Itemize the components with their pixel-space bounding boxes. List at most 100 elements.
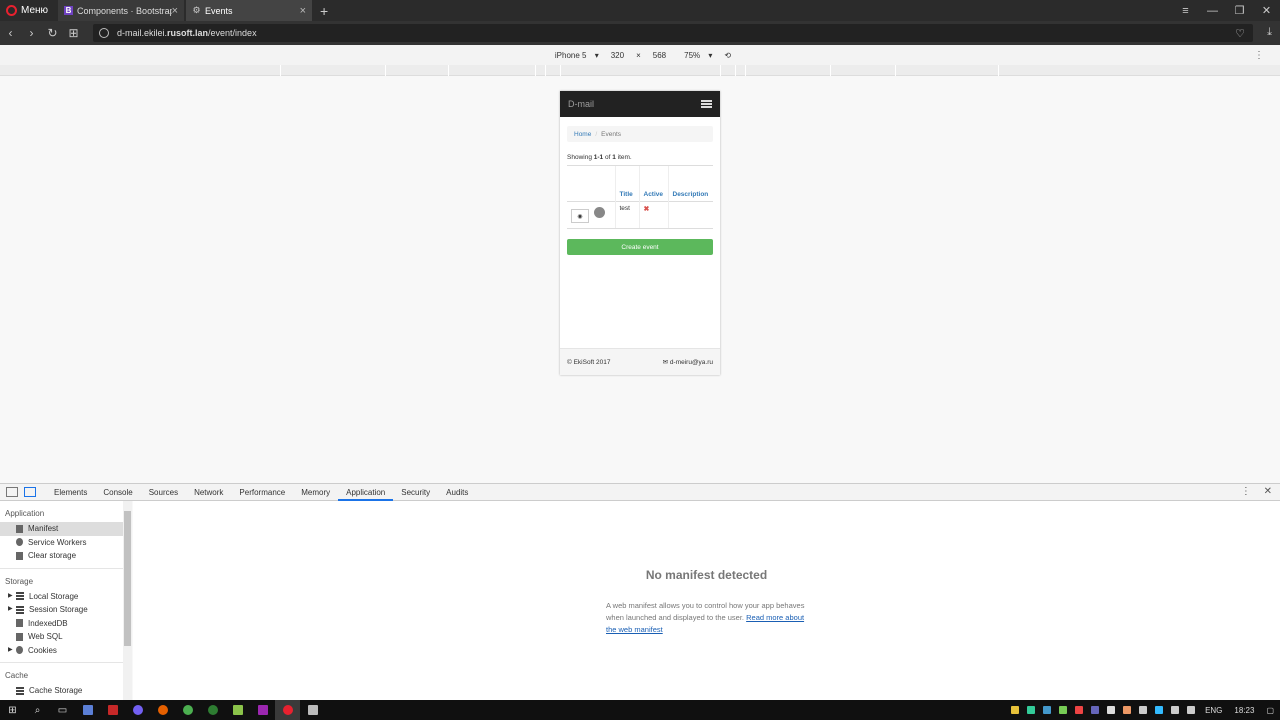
breadcrumb-separator: / bbox=[595, 130, 598, 138]
device-toggle-icon[interactable] bbox=[24, 487, 36, 497]
tab-console[interactable]: Console bbox=[95, 484, 140, 501]
tab-performance[interactable]: Performance bbox=[231, 484, 293, 501]
tray-icon[interactable] bbox=[1059, 706, 1068, 714]
tab-audits[interactable]: Audits bbox=[438, 484, 476, 501]
hamburger-menu-icon[interactable] bbox=[701, 100, 712, 108]
zoom-select[interactable]: 75% ▾ bbox=[678, 51, 712, 60]
view-eye-icon[interactable]: ◉ bbox=[571, 209, 589, 223]
title-cell: test bbox=[614, 201, 639, 229]
globe-app-icon[interactable] bbox=[200, 700, 225, 720]
tray-icon[interactable] bbox=[1011, 706, 1020, 714]
close-tab-icon[interactable]: × bbox=[172, 5, 178, 17]
sidebar-item-service-workers[interactable]: Service Workers bbox=[0, 536, 131, 550]
close-devtools-icon[interactable]: ✕ bbox=[1264, 486, 1272, 497]
height-input[interactable]: 568 bbox=[653, 51, 666, 60]
tray-icon[interactable] bbox=[1075, 706, 1084, 714]
back-icon[interactable]: ‹ bbox=[0, 26, 21, 40]
terminal-icon[interactable] bbox=[300, 700, 325, 720]
sidebar-item-cache-storage[interactable]: Cache Storage bbox=[0, 684, 131, 698]
notifications-icon[interactable]: ▢ bbox=[1266, 706, 1274, 715]
actions-header bbox=[567, 165, 615, 202]
sidebar-item-indexeddb[interactable]: IndexedDB bbox=[0, 617, 131, 631]
contact-email[interactable]: ✉ d-meiru@ya.ru bbox=[663, 358, 713, 366]
copyright: © EkiSoft 2017 bbox=[567, 358, 611, 366]
sidebar-item-local-storage[interactable]: ▶ Local Storage bbox=[0, 590, 131, 604]
speed-dial-icon[interactable]: ⊞ bbox=[63, 26, 84, 40]
opera-menu-button[interactable]: Меню bbox=[0, 0, 56, 21]
breadcrumb-home-link[interactable]: Home bbox=[574, 131, 591, 138]
expand-arrow-icon[interactable]: ▶ bbox=[8, 644, 13, 658]
forward-icon[interactable]: › bbox=[21, 26, 42, 40]
sidebar-item-session-storage[interactable]: ▶ Session Storage bbox=[0, 603, 131, 617]
clock[interactable]: 18:23 bbox=[1234, 706, 1254, 715]
filezilla-icon[interactable] bbox=[100, 700, 125, 720]
close-tab-icon[interactable]: × bbox=[300, 5, 306, 17]
manifest-description: A web manifest allows you to control how… bbox=[606, 600, 816, 636]
tab-security[interactable]: Security bbox=[393, 484, 438, 501]
create-event-button[interactable]: Create event bbox=[567, 239, 713, 255]
url-domain: rusoft.lan bbox=[167, 28, 209, 38]
url-field[interactable]: d-mail.ekilei. rusoft.lan/event/index ♡ bbox=[93, 24, 1253, 42]
device-select[interactable]: iPhone 5 ▾ bbox=[549, 51, 599, 60]
tab-bootstrap[interactable]: B Components · Bootstrap × bbox=[58, 0, 185, 21]
inspect-element-icon[interactable] bbox=[6, 487, 18, 497]
tab-menu-icon[interactable]: ≡ bbox=[1172, 5, 1199, 17]
tray-icon[interactable] bbox=[1107, 706, 1116, 714]
sidebar-item-clear-storage[interactable]: Clear storage bbox=[0, 549, 131, 563]
tray-icon[interactable] bbox=[1043, 706, 1052, 714]
description-header[interactable]: Description bbox=[667, 165, 713, 202]
search-icon[interactable]: ⌕ bbox=[25, 700, 50, 720]
sidebar-item-manifest[interactable]: Manifest bbox=[0, 522, 131, 536]
sidebar-item-web-sql[interactable]: Web SQL bbox=[0, 630, 131, 644]
tray-icon[interactable] bbox=[1155, 706, 1164, 714]
opera-taskbar-icon[interactable] bbox=[275, 700, 300, 720]
network-icon[interactable] bbox=[1171, 706, 1180, 714]
grid-icon bbox=[16, 592, 24, 601]
heart-icon[interactable]: ♡ bbox=[1235, 27, 1245, 40]
media-query-ruler[interactable] bbox=[0, 65, 1280, 76]
viber-icon[interactable] bbox=[125, 700, 150, 720]
restore-button[interactable]: ❐ bbox=[1226, 4, 1253, 17]
expand-arrow-icon[interactable]: ▶ bbox=[8, 590, 13, 604]
firefox-icon[interactable] bbox=[150, 700, 175, 720]
tab-elements[interactable]: Elements bbox=[46, 484, 95, 501]
tab-label: Events bbox=[205, 5, 233, 16]
width-input[interactable]: 320 bbox=[611, 51, 624, 60]
close-window-button[interactable]: ✕ bbox=[1253, 4, 1280, 17]
volume-icon[interactable] bbox=[1187, 706, 1196, 714]
tab-sources[interactable]: Sources bbox=[141, 484, 186, 501]
description-cell bbox=[667, 201, 713, 229]
new-tab-button[interactable]: + bbox=[320, 3, 328, 19]
reload-icon[interactable]: ↻ bbox=[42, 26, 63, 40]
sidebar-label: Service Workers bbox=[28, 537, 87, 547]
sidebar-scrollbar[interactable] bbox=[123, 501, 132, 700]
site-brand[interactable]: D-mail bbox=[568, 99, 594, 109]
rotate-icon[interactable]: ⟲ bbox=[724, 51, 731, 60]
title-header[interactable]: Title bbox=[614, 165, 639, 202]
windows-start-icon[interactable]: ⊞ bbox=[0, 700, 25, 720]
expand-arrow-icon[interactable]: ▶ bbox=[8, 603, 13, 617]
tray-icon[interactable] bbox=[1139, 706, 1148, 714]
save-app-icon[interactable] bbox=[75, 700, 100, 720]
tab-network[interactable]: Network bbox=[186, 484, 231, 501]
tray-icon[interactable] bbox=[1123, 706, 1132, 714]
active-header[interactable]: Active bbox=[638, 165, 668, 202]
language-indicator[interactable]: ENG bbox=[1205, 706, 1222, 715]
download-icon[interactable]: ⤓ bbox=[1267, 26, 1272, 39]
more-options-icon[interactable]: ⋮ bbox=[1254, 50, 1264, 61]
devtools-menu-icon[interactable]: ⋮ bbox=[1241, 486, 1251, 497]
phpstorm-icon[interactable] bbox=[250, 700, 275, 720]
tab-events[interactable]: ⚙ Events × bbox=[186, 0, 313, 21]
tray-icon[interactable] bbox=[1091, 706, 1100, 714]
sidebar-item-cookies[interactable]: ▶ Cookies bbox=[0, 644, 131, 658]
tray-icon[interactable] bbox=[1027, 706, 1036, 714]
minimize-button[interactable]: — bbox=[1199, 5, 1226, 17]
task-view-icon[interactable]: ▭ bbox=[50, 700, 75, 720]
chrome-icon[interactable] bbox=[175, 700, 200, 720]
delete-icon[interactable] bbox=[590, 205, 609, 219]
tools-app-icon[interactable] bbox=[225, 700, 250, 720]
section-cache: Cache bbox=[5, 671, 29, 680]
tab-memory[interactable]: Memory bbox=[293, 484, 338, 501]
tab-application[interactable]: Application bbox=[338, 484, 394, 501]
grid-summary: Showing 1-1 of 1 item. bbox=[567, 154, 713, 161]
